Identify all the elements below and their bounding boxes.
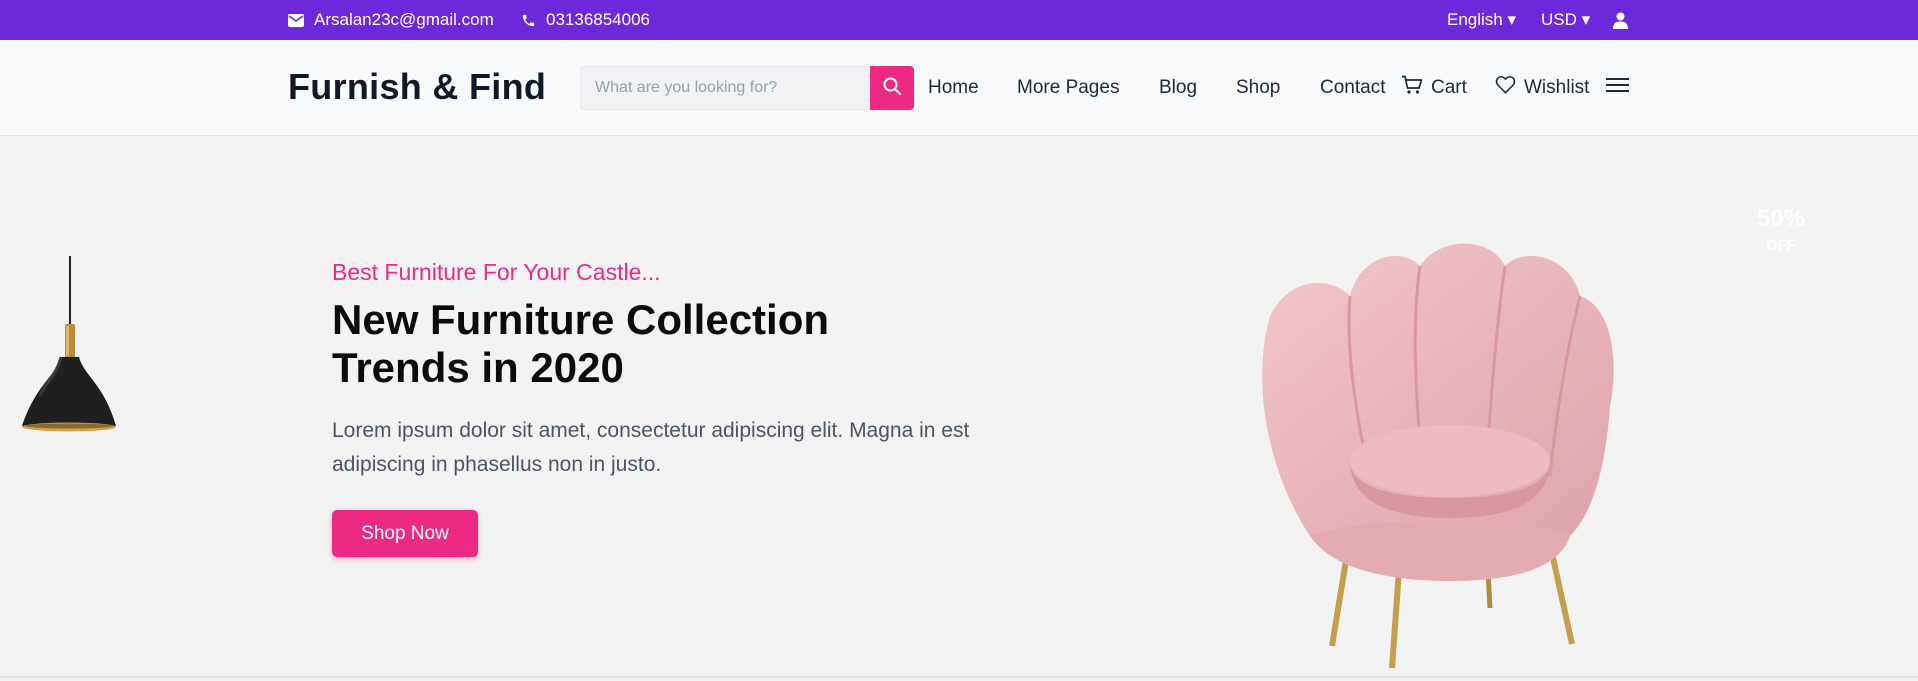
currency-selector[interactable]: USD ▾ — [1541, 0, 1590, 40]
search-icon — [882, 76, 902, 101]
contact-email-text: Arsalan23c@gmail.com — [314, 10, 494, 29]
contact-phone-text: 03136854006 — [546, 10, 651, 29]
hero-title: New Furniture Collection Trends in 2020 — [332, 296, 830, 391]
nav-home[interactable]: Home — [928, 40, 979, 135]
currency-label: USD ▾ — [1541, 10, 1591, 29]
nav-shop[interactable]: Shop — [1236, 40, 1280, 135]
main-header: Furnish & Find Home More Pages Blog Shop… — [0, 40, 1918, 136]
nav-contact[interactable]: Contact — [1320, 40, 1385, 135]
nav-home-link[interactable]: Home — [928, 77, 979, 99]
discount-percent: 50% — [1756, 205, 1806, 232]
user-icon — [1613, 12, 1628, 29]
pink-armchair-image — [1250, 236, 1620, 681]
nav-wishlist[interactable]: Wishlist — [1495, 40, 1589, 135]
contact-email[interactable]: Arsalan23c@gmail.com — [288, 0, 494, 40]
hero-description: Lorem ipsum dolor sit amet, consectetur … — [332, 419, 970, 476]
nav-contact-link[interactable]: Contact — [1320, 77, 1385, 99]
nav-blog-link[interactable]: Blog — [1159, 77, 1197, 99]
phone-icon — [521, 13, 536, 28]
search-bar — [580, 66, 914, 110]
nav-shop-link[interactable]: Shop — [1236, 77, 1280, 99]
site-logo[interactable]: Furnish & Find — [288, 66, 546, 108]
nav-cart[interactable]: Cart — [1401, 40, 1467, 135]
nav-wishlist-link[interactable]: Wishlist — [1524, 77, 1589, 99]
nav-more-pages[interactable]: More Pages — [1017, 40, 1119, 135]
shop-now-button[interactable]: Shop Now — [332, 510, 478, 557]
envelope-icon — [288, 13, 304, 27]
nav-more-pages-link[interactable]: More Pages — [1017, 77, 1119, 99]
menu-button[interactable] — [1606, 40, 1629, 135]
top-bar: Arsalan23c@gmail.com 03136854006 English… — [0, 0, 1918, 40]
search-button[interactable] — [870, 66, 914, 110]
nav-cart-link[interactable]: Cart — [1431, 77, 1467, 99]
menu-icon — [1606, 76, 1629, 100]
account-button[interactable] — [1613, 0, 1628, 40]
hero-subtitle: Best Furniture For Your Castle... — [332, 259, 661, 285]
discount-label: OFF — [1766, 237, 1796, 254]
language-label: English ▾ — [1447, 10, 1517, 29]
nav-blog[interactable]: Blog — [1159, 40, 1197, 135]
search-input[interactable] — [580, 66, 870, 110]
language-selector[interactable]: English ▾ — [1447, 0, 1516, 40]
cart-icon — [1401, 75, 1423, 101]
discount-badge: 50% OFF — [1740, 205, 1822, 254]
pendant-lamp-image — [16, 256, 120, 466]
heart-icon — [1495, 75, 1516, 100]
hero-section: Best Furniture For Your Castle... New Fu… — [0, 136, 1918, 676]
contact-phone[interactable]: 03136854006 — [521, 0, 650, 40]
